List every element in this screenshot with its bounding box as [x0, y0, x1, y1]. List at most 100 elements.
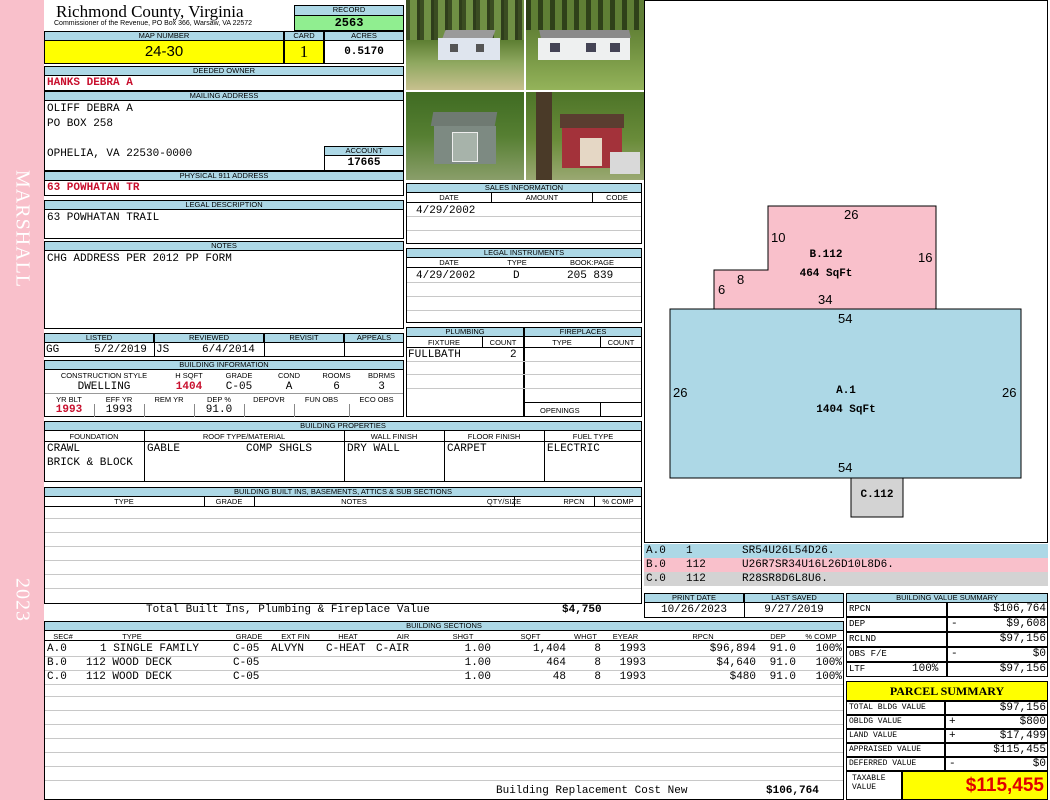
section-cell-type: 112 WOOD DECK [86, 671, 172, 683]
vector-num: 112 [686, 559, 706, 571]
instruments-col-book: BOOK:PAGE [569, 258, 615, 267]
section-cell-sec: A.0 [47, 643, 67, 655]
bltin-col-type: TYPE [114, 497, 134, 506]
b-notch-w: 8 [737, 272, 745, 287]
bi-col-remyr: REM YR [154, 395, 184, 404]
parcel-summary-value: $115,455 [993, 744, 1046, 756]
bi-col-dep: DEP % [206, 395, 232, 404]
vector-sec: C.0 [646, 573, 666, 585]
prop-col-fuel: FUEL TYPE [572, 432, 614, 441]
fireplaces-box [524, 336, 642, 417]
b-right-dim: 16 [918, 250, 933, 265]
prop-col-foundation: FOUNDATION [69, 432, 119, 441]
sales-col-date: DATE [439, 193, 459, 202]
wall-finish: DRY WALL [347, 443, 400, 455]
account-value: 17665 [324, 155, 404, 171]
fireplace-col-count: COUNT [607, 338, 635, 347]
vector-sec: A.0 [646, 545, 666, 557]
instruments-col-type: TYPE [507, 258, 527, 267]
foundation-2: BRICK & BLOCK [47, 457, 133, 469]
floor-finish: CARPET [447, 443, 487, 455]
district-band [0, 0, 44, 800]
a-section-area: 1404 SqFt [816, 404, 876, 416]
a-left-dim: 26 [673, 385, 688, 400]
parcel-summary-label: TOTAL BLDG VALUE [849, 703, 926, 712]
last-saved: 9/27/2019 [764, 604, 824, 616]
parcel-summary-sign: + [949, 716, 956, 728]
acres-value: 0.5170 [324, 40, 404, 64]
section-cell-grade: C-05 [233, 657, 260, 669]
section-cell-air: C-AIR [376, 643, 410, 655]
section-cell-rpcn: $4,640 [716, 657, 756, 669]
deeded-owner: HANKS DEBRA A [47, 77, 133, 89]
a-section-label: A.1 [836, 385, 856, 397]
vector-num: 1 [686, 545, 693, 557]
county-title: Richmond County, Virginia [56, 2, 244, 21]
value-summary-label: LTF [849, 664, 866, 674]
bi-effyr: 1993 [105, 404, 133, 416]
house-photo-2 [526, 0, 644, 90]
bi-col-style: CONSTRUCTION STYLE [60, 371, 148, 380]
foundation-1: CRAWL [47, 443, 81, 455]
section-cell-eyear: 1993 [619, 671, 646, 683]
bi-col-bdrms: BDRMS [367, 371, 396, 380]
openings-label: OPENINGS [540, 406, 580, 415]
mailing-line-4: OPHELIA, VA 22530-0000 [47, 148, 193, 160]
card-number: 1 [284, 40, 324, 64]
value-summary-label: RCLND [849, 634, 877, 644]
section-cell-ext: ALVYN [271, 643, 305, 655]
reviewed-by: JS [156, 344, 170, 356]
section-cell-shgt: 1.00 [464, 657, 491, 669]
value-summary-value: $9,608 [1006, 618, 1046, 630]
parcel-summary-value: $0 [1032, 758, 1046, 770]
roof-type: GABLE [147, 443, 181, 455]
plumbing-col-fixture: FIXTURE [427, 338, 461, 347]
bltin-col-qty: QTY/SIZE [486, 497, 522, 506]
parcel-summary-header: PARCEL SUMMARY [846, 681, 1048, 701]
bi-col-funobs: FUN OBS [304, 395, 339, 404]
section-cell-dep: 91.0 [769, 643, 796, 655]
b-section-label: B.112 [809, 249, 843, 261]
sales-col-code: CODE [606, 193, 628, 202]
section-cell-shgt: 1.00 [464, 643, 491, 655]
prop-col-wall: WALL FINISH [370, 432, 418, 441]
section-cell-eyear: 1993 [619, 643, 646, 655]
section-cell-comp: 100% [815, 657, 842, 669]
value-summary-pct: 100% [912, 663, 939, 675]
instruments-col-date: DATE [439, 258, 459, 267]
bi-col-rooms: ROOMS [322, 371, 351, 380]
print-date: 10/26/2023 [660, 604, 727, 616]
bltin-col-notes: NOTES [341, 497, 367, 506]
mailing-line-1: OLIFF DEBRA A [47, 103, 133, 115]
value-summary-sign: - [951, 618, 958, 630]
parcel-summary-value: $17,499 [999, 730, 1046, 742]
b-notch-h: 6 [718, 282, 726, 297]
builtins-total-label: Total Built Ins, Plumbing & Fireplace Va… [146, 604, 430, 616]
listed-date: 5/2/2019 [94, 344, 147, 356]
reviewed-date: 6/4/2014 [202, 344, 255, 356]
a-top-dim: 54 [838, 311, 853, 326]
parcel-summary-label: DEFERRED VALUE [849, 759, 917, 768]
mailing-line-2: PO BOX 258 [47, 118, 114, 130]
bi-yrblt: 1993 [55, 404, 83, 416]
commissioner-line: Commissioner of the Revenue, PO Box 366,… [54, 20, 253, 27]
year-label: 2023 [11, 578, 34, 622]
section-cell-sqft: 48 [552, 671, 566, 683]
district-label: MARSHALL [11, 170, 34, 289]
bi-col-ecoobs: ECO OBS [359, 395, 394, 404]
parcel-summary-sign: + [949, 730, 956, 742]
value-summary-label: DEP [849, 619, 866, 629]
section-cell-sqft: 464 [546, 657, 566, 669]
address911: 63 POWHATAN TR [47, 182, 140, 194]
bi-col-yrblt: YR BLT [56, 395, 82, 404]
bi-dep: 91.0 [205, 404, 233, 416]
bi-col-effyr: EFF YR [105, 395, 133, 404]
b-section-area: 464 SqFt [799, 268, 853, 280]
taxable-value: $115,455 [902, 771, 1048, 800]
sales-col-amount: AMOUNT [525, 193, 559, 202]
house-photo-1 [406, 0, 524, 90]
value-summary-value: $106,764 [993, 603, 1046, 615]
section-cell-rpcn: $96,894 [709, 643, 756, 655]
section-cell-sec: B.0 [47, 657, 67, 669]
a-right-dim: 26 [1002, 385, 1017, 400]
